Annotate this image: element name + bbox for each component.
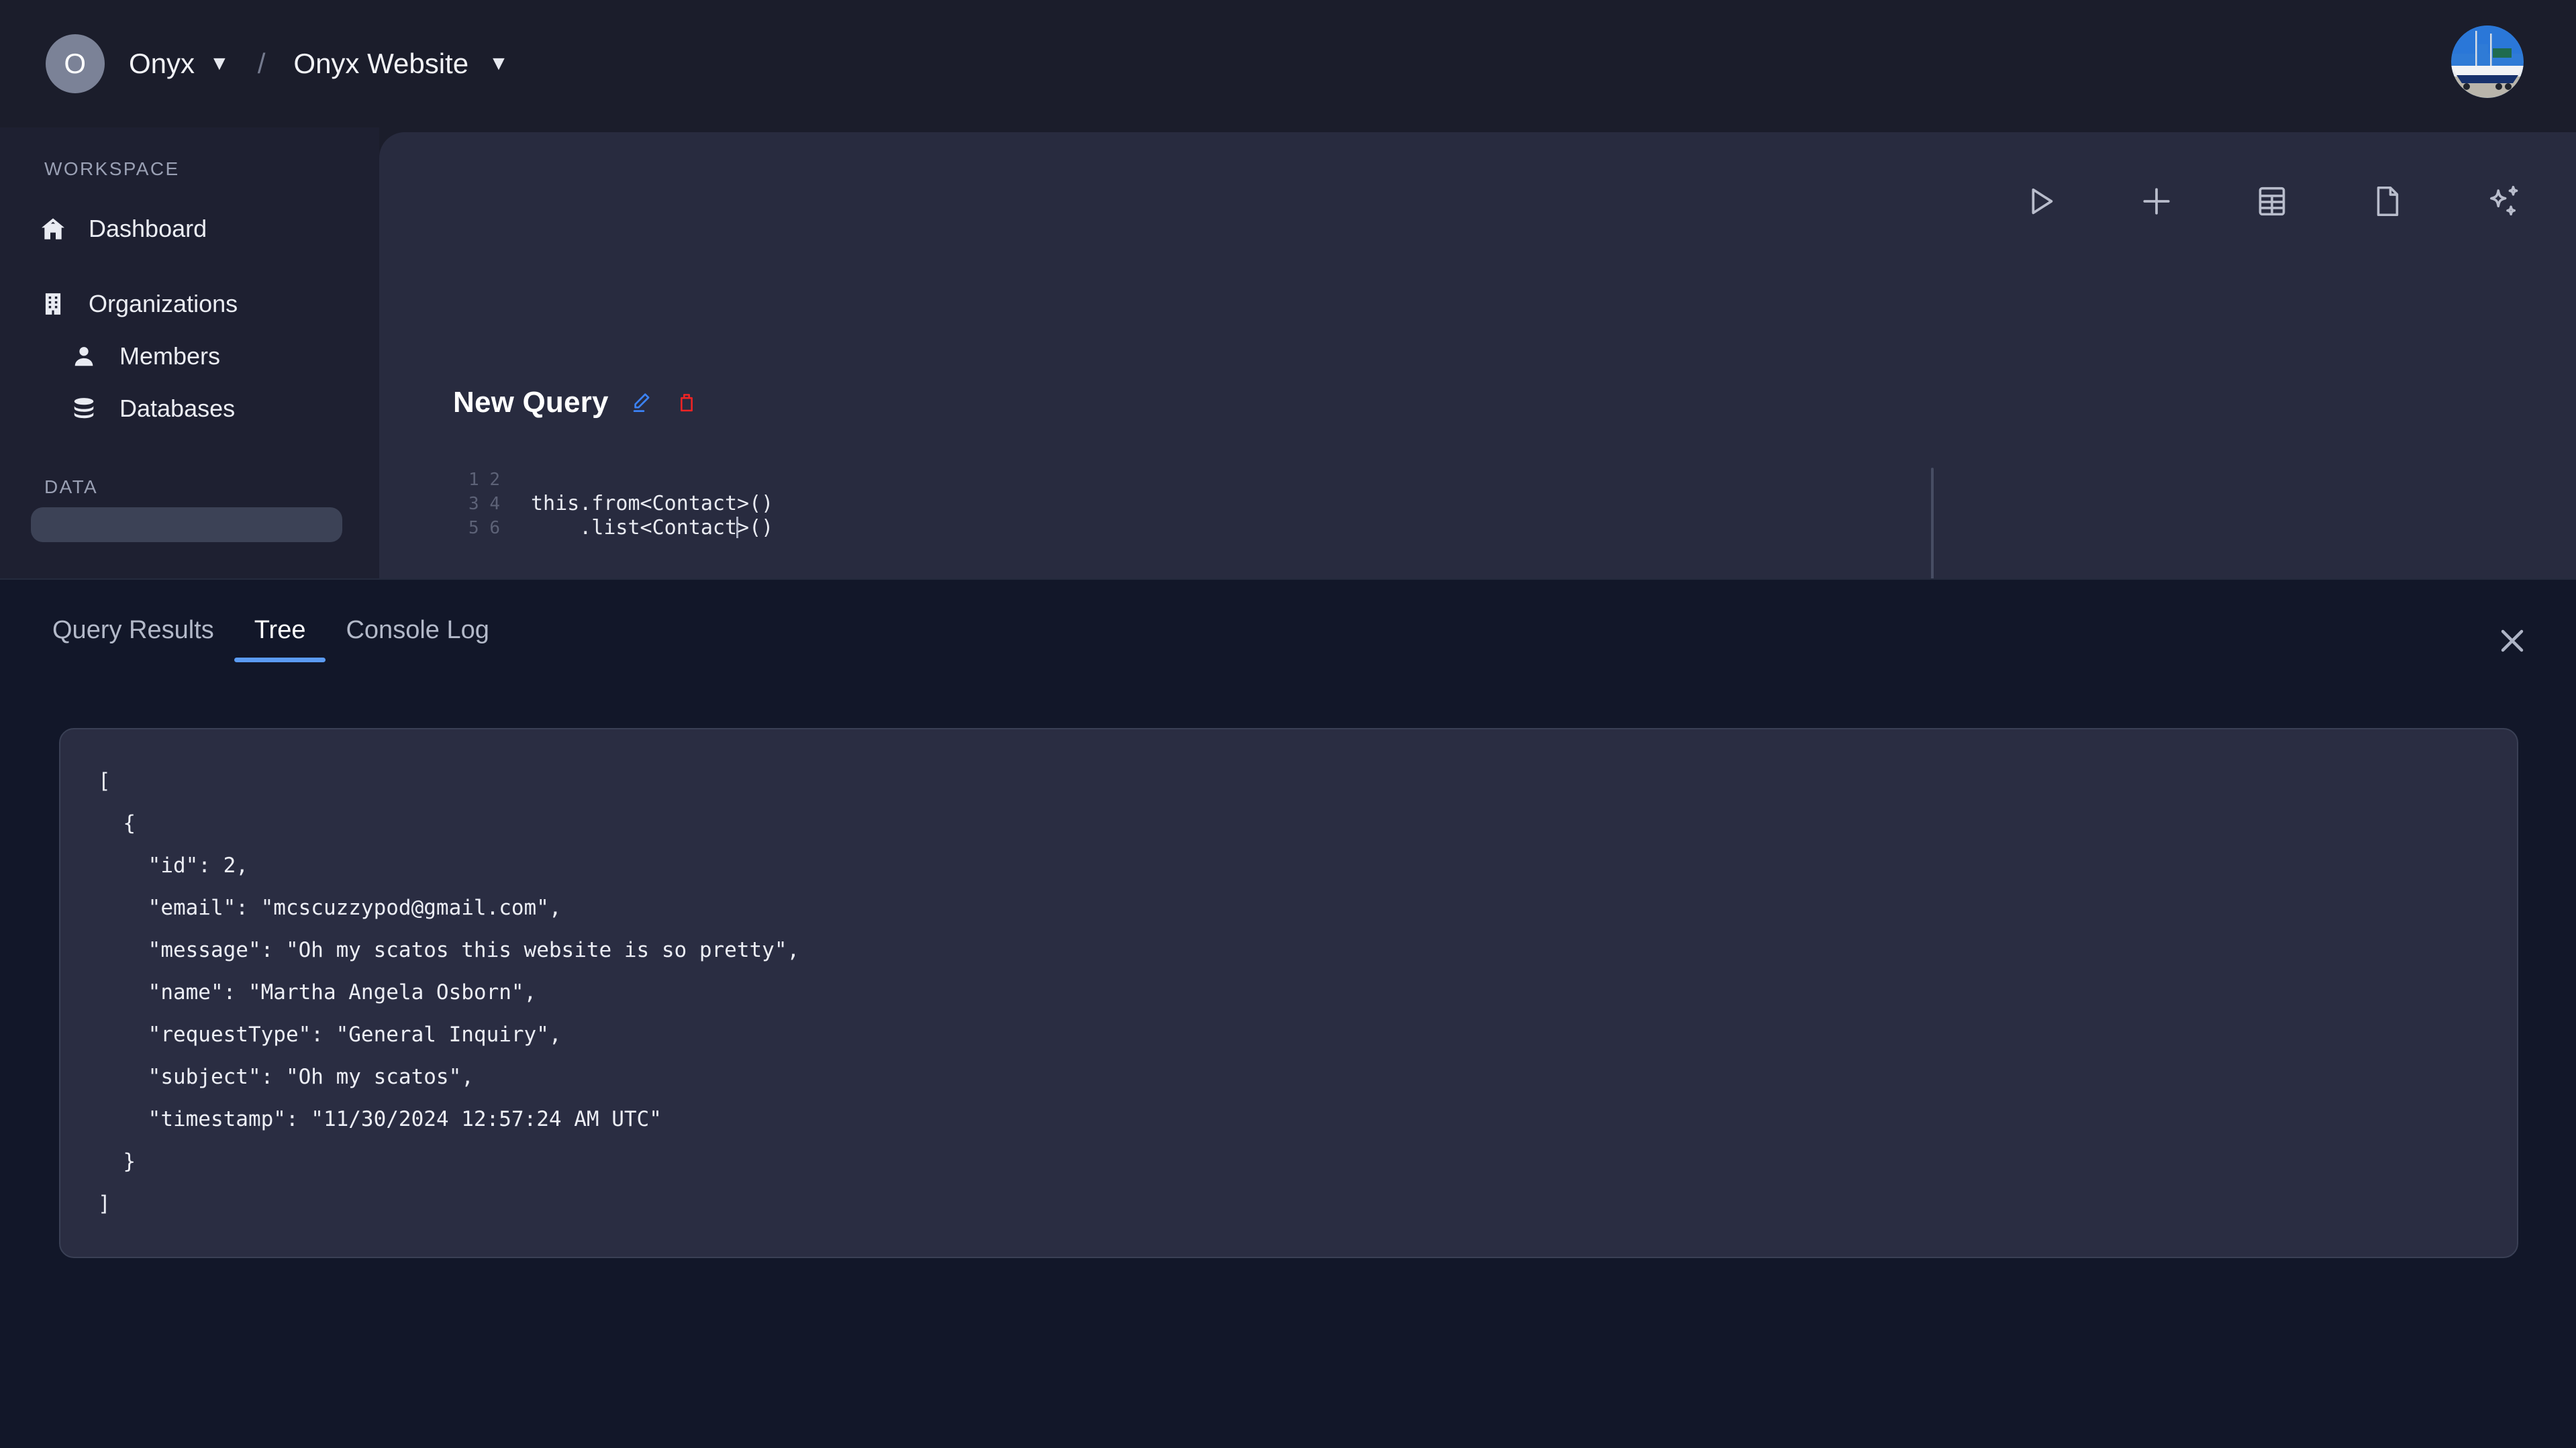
json-result-card: [ { "id": 2, "email": "mcscuzzypod@gmail… <box>59 728 2518 1258</box>
sailboat-photo-icon <box>2451 25 2524 98</box>
sidebar-item-label: Dashboard <box>89 215 207 242</box>
add-query-button[interactable] <box>2136 180 2177 222</box>
table-view-button[interactable] <box>2251 180 2293 222</box>
top-bar: O Onyx ▼ / Onyx Website ▼ <box>0 0 2576 127</box>
sidebar-item-label: Members <box>119 342 221 370</box>
sidebar-item-databases[interactable]: Databases <box>0 382 379 435</box>
sidebar-item-dashboard[interactable]: Dashboard <box>0 203 379 255</box>
sidebar-item-organizations[interactable]: Organizations <box>0 278 379 330</box>
org-name-label: Onyx <box>129 48 195 79</box>
code-line-3-post: >() <box>737 516 774 539</box>
chevron-down-icon[interactable]: ▼ <box>489 54 509 74</box>
tab-console-log[interactable]: Console Log <box>326 616 509 662</box>
breadcrumb-org[interactable]: O Onyx ▼ <box>46 34 230 93</box>
run-query-button[interactable] <box>2020 180 2062 222</box>
sidebar-section-workspace-label: WORKSPACE <box>44 158 180 179</box>
project-name-label: Onyx Website <box>293 48 469 79</box>
building-icon <box>39 290 67 318</box>
avatar[interactable] <box>2451 25 2524 98</box>
sidebar-item-members[interactable]: Members <box>0 330 379 382</box>
tab-query-results[interactable]: Query Results <box>32 616 234 662</box>
pencil-icon[interactable] <box>628 389 654 416</box>
document-button[interactable] <box>2367 180 2408 222</box>
json-result-text: [ { "id": 2, "email": "mcscuzzypod@gmail… <box>98 769 800 1216</box>
sidebar-section-data-label: DATA <box>44 476 99 497</box>
breadcrumb: O Onyx ▼ / Onyx Website ▼ <box>46 34 509 93</box>
breadcrumb-project[interactable]: Onyx Website ▼ <box>293 48 508 80</box>
ai-assist-button[interactable] <box>2482 180 2524 222</box>
sidebar-item-selected-partial[interactable] <box>31 507 342 542</box>
sidebar-item-label: Organizations <box>89 290 238 317</box>
trash-icon[interactable] <box>673 389 700 416</box>
results-drawer: Query Results Tree Console Log [ { "id":… <box>0 578 2576 1448</box>
tab-tree[interactable]: Tree <box>234 616 326 662</box>
home-icon <box>39 215 67 243</box>
code-line-2: this.from<Contact>() <box>531 492 774 515</box>
code-line-3-pre: .list<Contact <box>531 516 738 539</box>
close-results-button[interactable] <box>2489 617 2536 664</box>
database-icon <box>70 395 98 423</box>
org-avatar: O <box>46 34 105 93</box>
app-root: O Onyx ▼ / Onyx Website ▼ WORKSPACE Dash… <box>0 0 2576 1448</box>
breadcrumb-separator: / <box>257 48 266 79</box>
user-icon <box>70 342 98 370</box>
query-title-row: New Query <box>453 386 700 419</box>
editor-toolbar <box>2020 180 2524 222</box>
results-tabs: Query Results Tree Console Log <box>0 616 509 662</box>
sidebar-item-label: Databases <box>119 395 236 422</box>
chevron-down-icon[interactable]: ▼ <box>209 54 230 74</box>
page-title: New Query <box>453 386 609 419</box>
